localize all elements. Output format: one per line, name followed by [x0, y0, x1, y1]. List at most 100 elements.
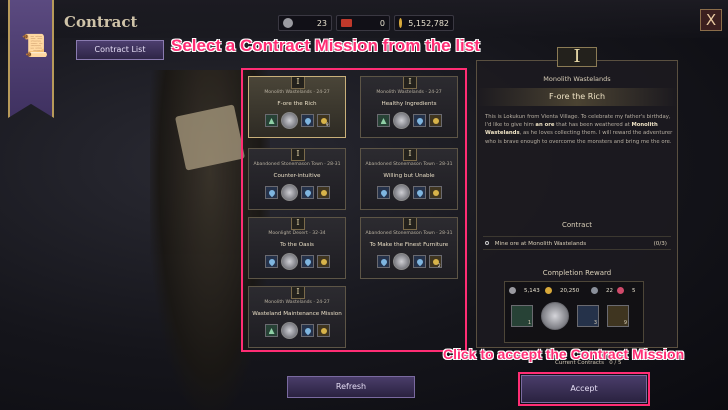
orb-icon [280, 253, 298, 270]
gold-coin-icon [545, 287, 552, 294]
detail-description: This is Lokukun from Vienta Village. To … [485, 114, 673, 145]
gem-icon: 2 [428, 255, 442, 268]
potion-icon [300, 324, 314, 337]
mission-card[interactable]: I Monolith Wastelands · 24-27 Wasteland Ma… [248, 286, 346, 348]
gold-coin-icon [399, 18, 403, 28]
mission-name: Willing but Unable [383, 173, 435, 179]
reward-item-crystal-icon[interactable]: 1 [511, 305, 533, 327]
mission-detail-panel: I Monolith Wastelands F-ore the Rich Thi… [476, 47, 678, 348]
objective-bullet-icon [485, 241, 489, 245]
crystal-icon [264, 114, 278, 127]
red-ticket-icon [341, 19, 352, 27]
mission-numeral: I [403, 149, 417, 161]
mission-numeral: I [291, 287, 305, 299]
mission-rewards [361, 184, 457, 201]
currency-gold: 5,152,782 [394, 15, 454, 31]
gem-icon [316, 324, 330, 337]
token-icon [591, 287, 598, 294]
reward-heart: 5 [617, 287, 636, 294]
potion-icon [264, 186, 278, 199]
detail-numeral: I [557, 47, 597, 67]
contract-section-label: Contract [561, 221, 593, 229]
mission-numeral: I [291, 77, 305, 89]
reward-item-gem-icon[interactable]: 9 [607, 305, 629, 327]
mission-rewards: 2 [361, 253, 457, 270]
mission-card[interactable]: I Moonlight Desert · 32-34 To the Oasis [248, 217, 346, 279]
page-title: Contract [64, 13, 138, 31]
mission-rewards [249, 322, 345, 339]
orb-icon [392, 184, 410, 201]
completion-reward-box: 5,143 20,250 22 5 1 3 9 [504, 281, 644, 343]
mission-numeral: I [291, 149, 305, 161]
potion-icon [300, 114, 314, 127]
currency-silver: 23 [278, 15, 332, 31]
mission-name: Healthy Ingredients [381, 101, 437, 107]
objective-row: Mine ore at Monolith Wastelands (0/3) [483, 236, 671, 250]
currency-ticket: 0 [336, 15, 390, 31]
potion-icon [376, 186, 390, 199]
mission-location: Abandoned Stonemason Town · 28-31 [365, 162, 453, 167]
detail-location: Monolith Wastelands [543, 75, 611, 83]
potion-icon [300, 186, 314, 199]
potion-icon [376, 255, 390, 268]
mission-rewards [249, 184, 345, 201]
gem-icon [316, 255, 330, 268]
scroll-icon: 📜 [21, 34, 49, 59]
mission-rewards [361, 112, 457, 129]
accept-button[interactable]: Accept [521, 375, 647, 403]
crystal-icon [264, 324, 278, 337]
mission-card[interactable]: I Abandoned Stonemason Town · 28-31 Willin… [360, 148, 458, 210]
potion-icon [412, 114, 426, 127]
mission-location: Monolith Wastelands · 24-27 [376, 90, 442, 95]
close-button[interactable]: X [700, 9, 722, 31]
objective-progress: (0/3) [653, 241, 667, 247]
mission-rewards [249, 253, 345, 270]
orb-icon [392, 112, 410, 129]
mission-card[interactable]: I Abandoned Stonemason Town · 28-31 Counte… [248, 148, 346, 210]
contract-banner: 📜 [8, 0, 54, 118]
reward-token: 22 [591, 287, 613, 294]
refresh-button[interactable]: Refresh [287, 376, 415, 398]
mission-numeral: I [291, 218, 305, 230]
reward-item-orb-icon[interactable] [541, 302, 569, 330]
mission-card[interactable]: I Monolith Wastelands · 24-27 F-ore the Ri… [248, 76, 346, 138]
orb-icon [280, 184, 298, 201]
mission-card[interactable]: I Abandoned Stonemason Town · 28-31 To Mak… [360, 217, 458, 279]
reward-section-label: Completion Reward [542, 269, 612, 277]
reward-items: 1 3 9 [511, 302, 629, 330]
mission-numeral: I [403, 77, 417, 89]
orb-icon [392, 253, 410, 270]
potion-icon [412, 255, 426, 268]
mission-location: Moonlight Desert · 32-34 [268, 231, 326, 236]
gem-icon [428, 186, 442, 199]
potion-icon [264, 255, 278, 268]
reward-gold: 20,250 [545, 287, 579, 294]
mission-name: F-ore the Rich [277, 101, 317, 107]
mission-name: Counter-intuitive [273, 173, 321, 179]
gem-icon: 9 [316, 114, 330, 127]
heart-icon [617, 287, 624, 294]
mission-location: Monolith Wastelands · 24-27 [264, 300, 330, 305]
detail-title: F-ore the Rich [477, 88, 677, 106]
potion-icon [300, 255, 314, 268]
gem-icon [316, 186, 330, 199]
gem-icon [428, 114, 442, 127]
orb-icon [280, 112, 298, 129]
mission-card[interactable]: I Monolith Wastelands · 24-27 Healthy Ingr… [360, 76, 458, 138]
reward-silver: 5,143 [509, 287, 540, 294]
mission-location: Monolith Wastelands · 24-27 [264, 90, 330, 95]
current-contracts: Current Contracts 0 / 5 [555, 360, 622, 366]
mission-rewards: 9 [249, 112, 345, 129]
tab-contract-list[interactable]: Contract List [76, 40, 164, 60]
annotation-select-mission: Select a Contract Mission from the list [171, 36, 480, 55]
reward-item-potion-icon[interactable]: 3 [577, 305, 599, 327]
mission-location: Abandoned Stonemason Town · 28-31 [365, 231, 453, 236]
mission-name: To the Oasis [280, 242, 314, 248]
mission-name: Wasteland Maintenance Mission [252, 311, 342, 317]
mission-location: Abandoned Stonemason Town · 28-31 [253, 162, 341, 167]
objective-text: Mine ore at Monolith Wastelands [494, 241, 587, 247]
orb-icon [280, 322, 298, 339]
potion-icon [412, 186, 426, 199]
silver-coin-icon [283, 18, 293, 28]
mission-name: To Make the Finest Furniture [369, 242, 449, 248]
